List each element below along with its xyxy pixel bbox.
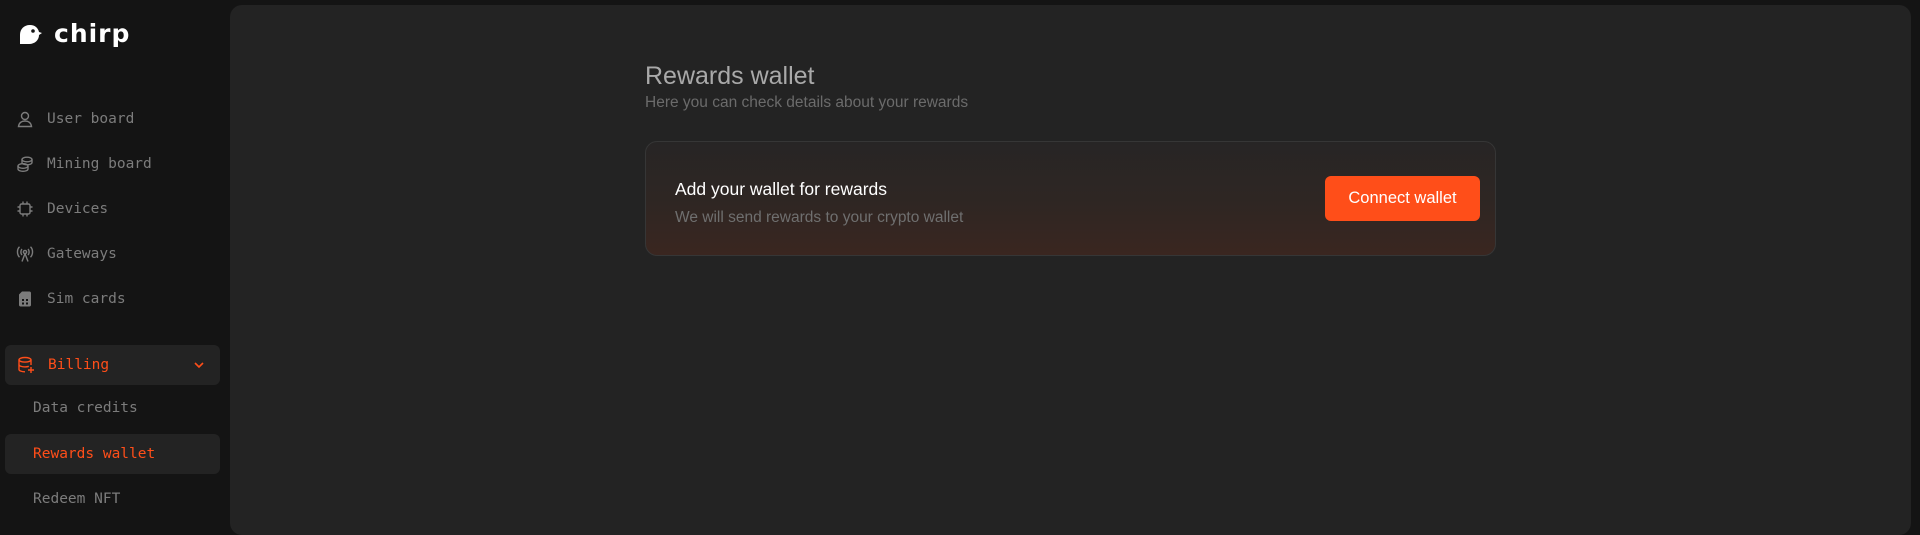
sim-card-icon [16,290,34,308]
bird-logo-icon [20,25,42,44]
wallet-card-description: We will send rewards to your crypto wall… [675,209,964,226]
sidebar-subitem-data-credits[interactable]: Data credits [5,388,220,428]
user-icon [16,110,34,128]
chevron-down-icon[interactable] [192,358,206,372]
sidebar-subitem-label: Redeem NFT [33,491,121,507]
sidebar-subitem-redeem-nft[interactable]: Redeem NFT [5,479,220,519]
page-subtitle: Here you can check details about your re… [645,94,969,111]
coins-icon [16,155,34,173]
page-title: Rewards wallet [645,62,815,90]
sidebar-group-label: Billing [48,357,110,373]
logo-text: chirp [54,19,131,48]
wallet-card: Add your wallet for rewards We will send… [645,141,1496,256]
sidebar-item-label: User board [47,111,135,127]
sidebar-item-label: Gateways [47,246,117,262]
sidebar-item-sim-cards[interactable]: Sim cards [0,282,230,316]
sidebar-item-gateways[interactable]: Gateways [0,237,230,271]
connect-wallet-button[interactable]: Connect wallet [1325,176,1480,221]
sidebar-subitem-label: Rewards wallet [33,446,156,462]
chip-icon [16,200,34,218]
logo[interactable]: chirp [18,21,130,47]
sidebar-item-user-board[interactable]: User board [0,102,230,136]
sidebar: chirp User board Mining board Devices Ga… [0,0,230,521]
sidebar-subitem-rewards-wallet[interactable]: Rewards wallet [5,434,220,474]
sidebar-item-label: Sim cards [47,291,126,307]
sidebar-subitem-label: Data credits [33,400,138,416]
main-panel: Rewards wallet Here you can check detail… [230,5,1911,535]
sidebar-item-mining-board[interactable]: Mining board [0,147,230,181]
sidebar-item-label: Devices [47,201,109,217]
sidebar-item-label: Mining board [47,156,152,172]
wallet-card-title: Add your wallet for rewards [675,179,888,199]
database-icon [17,356,35,374]
antenna-icon [16,245,34,263]
sidebar-group-billing[interactable]: Billing [5,345,220,385]
sidebar-item-devices[interactable]: Devices [0,192,230,226]
